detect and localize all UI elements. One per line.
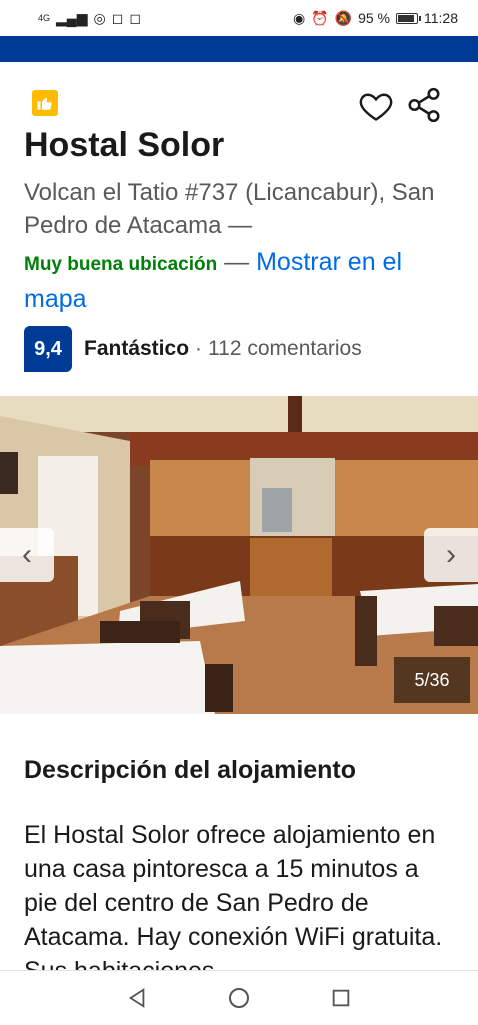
signal-icon: ▂▄▆ bbox=[56, 10, 88, 26]
instagram-icon: ◻ bbox=[111, 10, 124, 26]
chevron-left-icon: ‹ bbox=[22, 538, 32, 571]
eye-icon: ◉ bbox=[292, 10, 306, 26]
app-header-bar bbox=[0, 36, 478, 62]
property-address: Volcan el Tatio #737 (Licancabur), San P… bbox=[24, 179, 435, 239]
alarm-icon: ⏰ bbox=[311, 10, 329, 26]
review-count: 112 comentarios bbox=[208, 337, 362, 360]
location-separator: — bbox=[217, 248, 257, 276]
property-title: Hostal Solor bbox=[24, 126, 225, 164]
instagram-icon-2: ◻ bbox=[129, 10, 141, 26]
location-rating: Muy buena ubicación bbox=[24, 254, 218, 275]
status-left: 4G ▂▄▆ ◎ ◻ ◻ bbox=[38, 11, 141, 25]
home-circle-icon bbox=[229, 988, 249, 1008]
favorite-heart-button[interactable] bbox=[358, 88, 394, 124]
photo-counter: 5/36 bbox=[394, 657, 470, 703]
thumbs-up-icon bbox=[32, 90, 58, 116]
battery-percent: 95 % bbox=[358, 10, 390, 26]
status-bar: 4G ▂▄▆ ◎ ◻ ◻ ◉ ⏰ 🔕 95 % 11:28 bbox=[0, 0, 478, 36]
network-indicator: 4G bbox=[38, 12, 51, 23]
clock: 11:28 bbox=[424, 10, 458, 26]
review-score-row[interactable]: 9,4 Fantástico · 112 comentarios bbox=[24, 326, 362, 372]
gallery-next-button[interactable]: › bbox=[424, 528, 478, 582]
status-right: ◉ ⏰ 🔕 95 % 11:28 bbox=[293, 10, 458, 26]
mute-icon: 🔕 bbox=[334, 10, 353, 26]
recents-square-icon bbox=[332, 989, 350, 1007]
score-label: Fantástico bbox=[84, 337, 190, 360]
back-button[interactable] bbox=[122, 983, 152, 1013]
heart-icon bbox=[359, 93, 393, 121]
location-line: Muy buena ubicación — Mostrar en el mapa bbox=[24, 245, 464, 316]
share-button[interactable] bbox=[405, 86, 443, 124]
system-nav-bar bbox=[0, 970, 478, 1025]
whatsapp-icon: ◎ bbox=[93, 10, 106, 26]
share-icon bbox=[408, 87, 440, 123]
chevron-right-icon: › bbox=[446, 538, 456, 571]
score-badge: 9,4 bbox=[24, 326, 72, 372]
score-separator: · bbox=[195, 337, 203, 360]
description-heading: Descripción del alojamiento bbox=[24, 756, 357, 784]
recents-button[interactable] bbox=[326, 983, 356, 1013]
gallery-prev-button[interactable]: ‹ bbox=[0, 528, 54, 582]
battery-icon bbox=[396, 12, 421, 24]
back-triangle-icon bbox=[128, 988, 145, 1008]
description-body: El Hostal Solor ofrece alojamiento en un… bbox=[24, 821, 443, 970]
home-button[interactable] bbox=[224, 983, 254, 1013]
